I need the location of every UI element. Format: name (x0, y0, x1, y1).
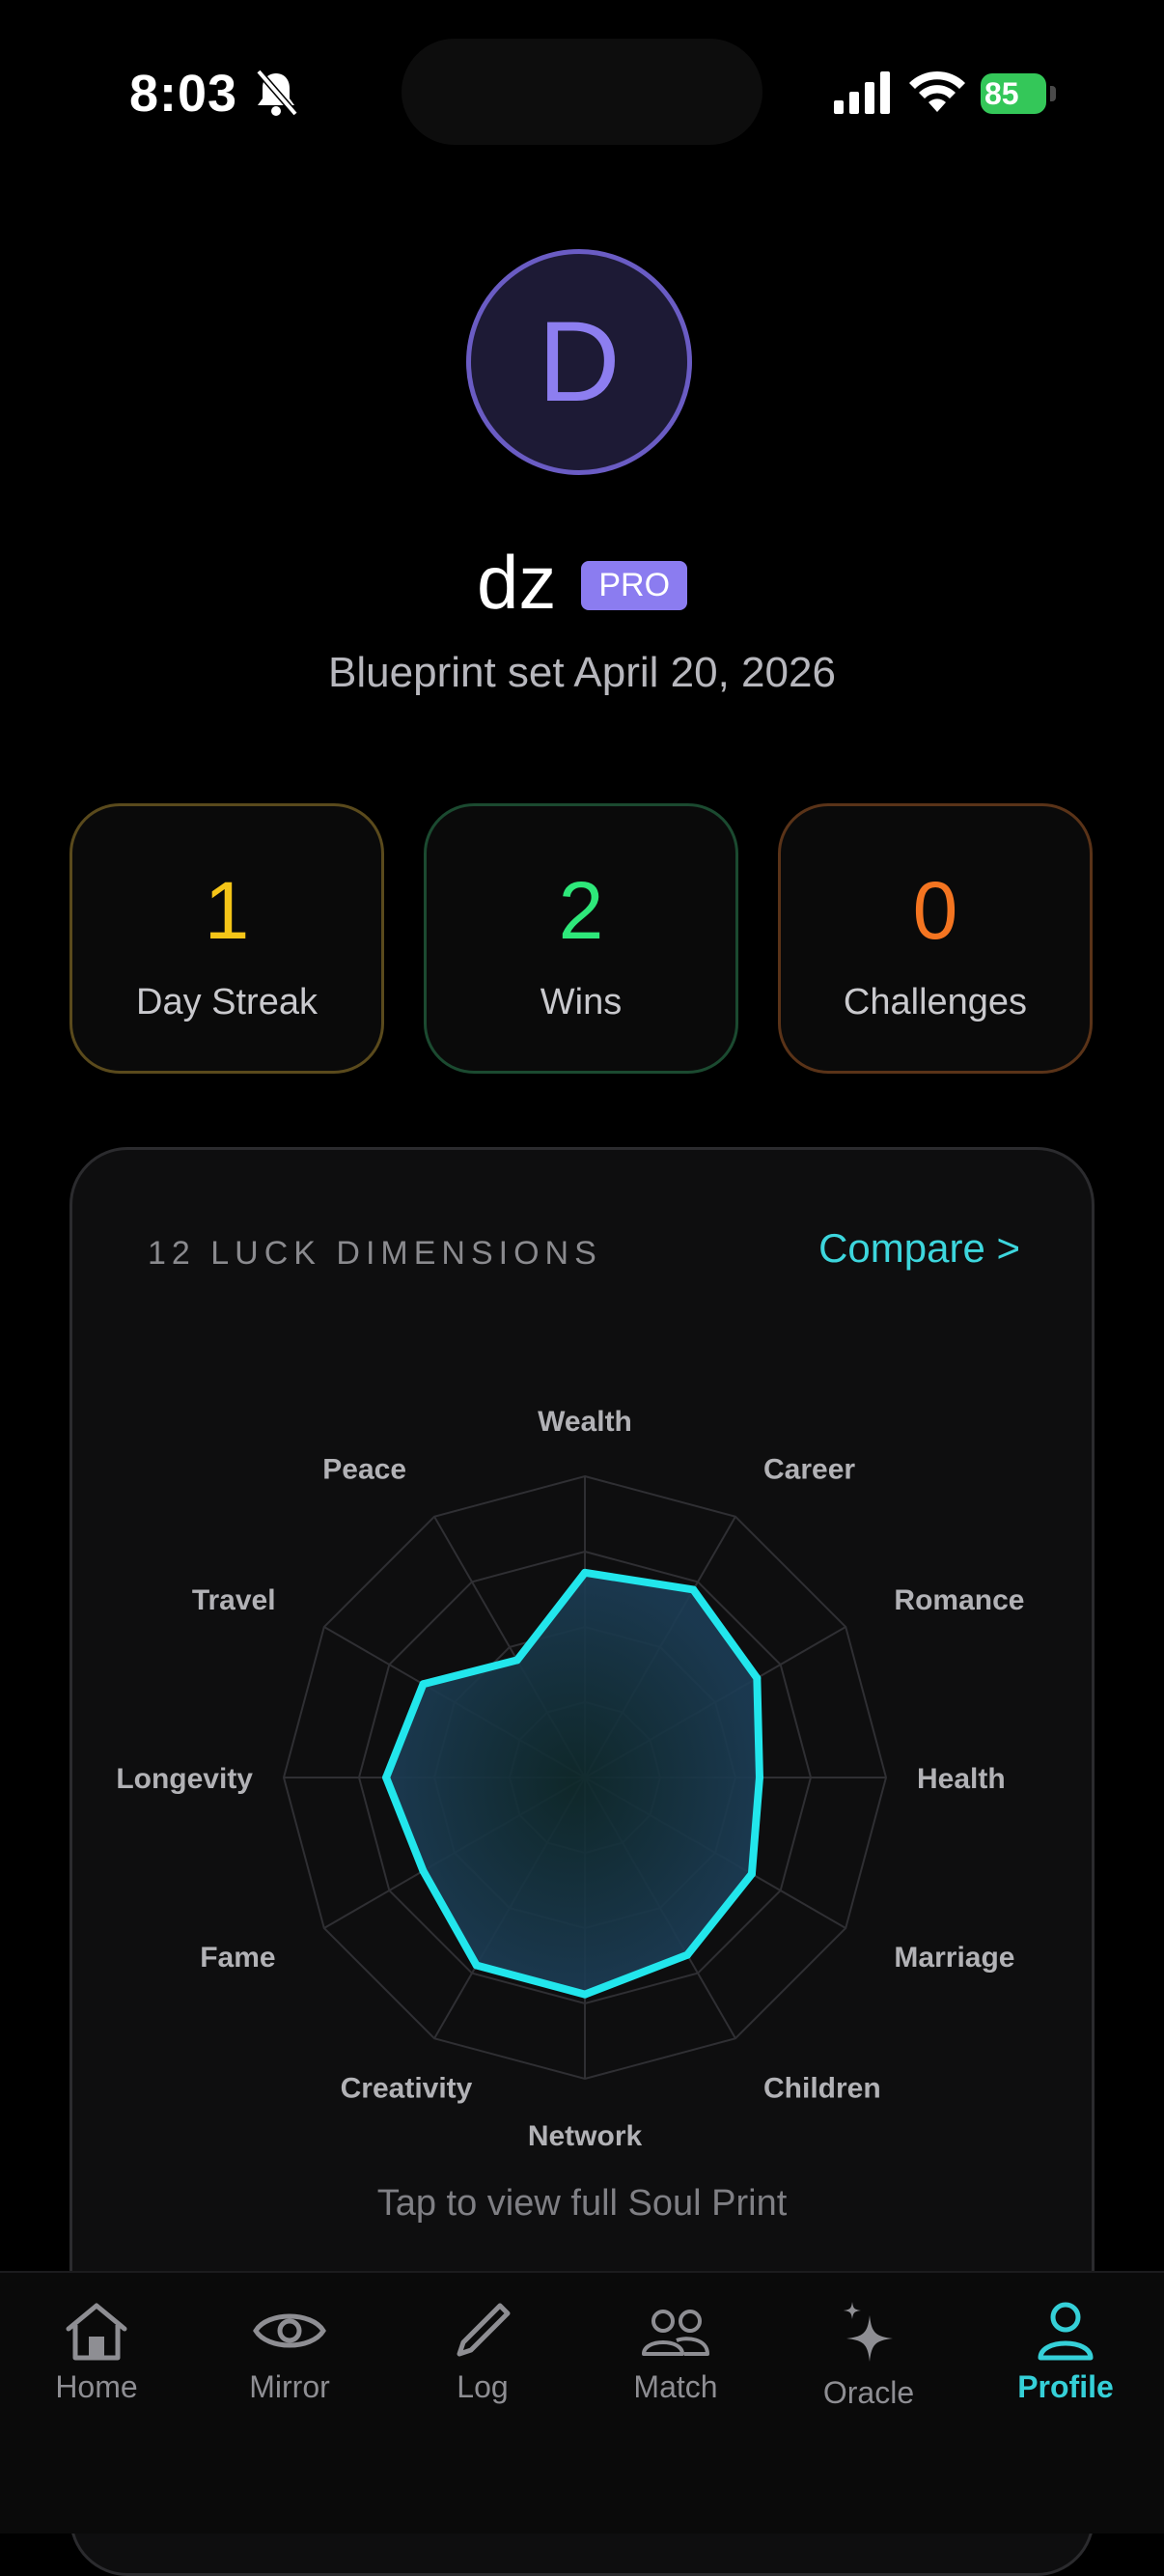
stat-card-day-streak[interactable]: 1 Day Streak (69, 803, 384, 1074)
radar-point-career (689, 1585, 698, 1594)
radar-point-peace (513, 1656, 521, 1665)
luck-radar-chart: Wealth Career Romance Health Marriage Childre… (116, 1406, 1024, 2152)
radar-label-network: Network (528, 2120, 643, 2152)
radar-label-romance: Romance (894, 1584, 1024, 1616)
radar-label-health: Health (917, 1763, 1006, 1795)
tab-label: Match (633, 2369, 718, 2404)
stat-card-challenges[interactable]: 0 Challenges (778, 803, 1093, 1074)
tab-label: Home (55, 2369, 138, 2404)
radar-label-wealth: Wealth (538, 1406, 632, 1438)
name-row: dz PRO (0, 539, 1164, 626)
tab-bar: Home Mirror Log Match Oracle Profile (0, 2271, 1164, 2534)
radar-point-marriage (747, 1869, 756, 1878)
dynamic-island (402, 39, 762, 145)
radar-point-creativity (472, 1961, 481, 1970)
view-soul-print-hint[interactable]: Tap to view full Soul Print (72, 2183, 1092, 2225)
pro-badge: PRO (581, 560, 688, 610)
radar-label-peace: Peace (322, 1454, 406, 1486)
tab-log[interactable]: Log (386, 2300, 579, 2445)
radar-label-longevity: Longevity (116, 1763, 253, 1795)
bell-slash-icon (256, 69, 298, 117)
tab-label: Mirror (249, 2369, 330, 2404)
radar-point-travel (419, 1680, 428, 1689)
stat-label: Wins (540, 982, 623, 1022)
radar-point-romance (753, 1674, 762, 1683)
radar-label-creativity: Creativity (341, 2072, 473, 2104)
pencil-icon (457, 2303, 511, 2357)
tab-label: Oracle (822, 2375, 915, 2410)
eye-icon (253, 2313, 326, 2348)
battery-percent: 85 (984, 76, 1019, 111)
tab-oracle[interactable]: Oracle (772, 2300, 965, 2445)
person-icon (1038, 2302, 1094, 2361)
home-icon (66, 2303, 127, 2361)
radar-point-fame (419, 1866, 428, 1875)
sparkle-icon (844, 2302, 893, 2362)
stat-card-wins[interactable]: 2 Wins (424, 803, 738, 1074)
radar-point-network (581, 1990, 589, 1999)
cellular-signal-icon (834, 71, 890, 114)
tab-mirror[interactable]: Mirror (193, 2300, 386, 2445)
username: dz (476, 539, 557, 625)
radar-point-health (755, 1774, 763, 1781)
radar-label-fame: Fame (200, 1942, 275, 1974)
tab-home[interactable]: Home (0, 2300, 193, 2445)
tab-label: Log (457, 2369, 509, 2404)
avatar-initial: D (538, 298, 621, 426)
radar-label-children: Children (763, 2072, 881, 2104)
stat-value: 2 (558, 865, 604, 956)
radar-label-travel: Travel (192, 1584, 276, 1616)
battery-indicator: 85 (981, 73, 1058, 114)
radar-label-marriage: Marriage (894, 1942, 1014, 1974)
radar-series-area (382, 1568, 763, 1999)
people-icon (642, 2310, 709, 2356)
tab-match[interactable]: Match (579, 2300, 772, 2445)
stat-label: Day Streak (136, 982, 318, 1022)
radar-point-wealth (581, 1568, 589, 1577)
avatar[interactable]: D (466, 249, 692, 475)
radar-label-career: Career (763, 1454, 855, 1486)
tab-label: Profile (1017, 2369, 1114, 2404)
status-bar: 8:03 85 (0, 0, 1164, 183)
stat-value: 0 (912, 865, 958, 956)
tab-profile[interactable]: Profile (969, 2300, 1162, 2445)
stat-label: Challenges (843, 982, 1028, 1022)
blueprint-date: Blueprint set April 20, 2026 (328, 649, 836, 696)
status-time: 8:03 (129, 65, 238, 123)
wifi-icon (909, 70, 965, 112)
radar-point-children (683, 1950, 692, 1959)
radar-point-longevity (382, 1774, 391, 1781)
stat-value: 1 (204, 865, 250, 956)
